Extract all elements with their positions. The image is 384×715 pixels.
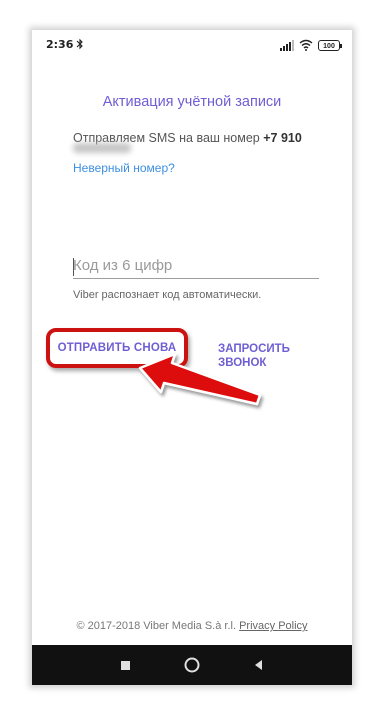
phone-screen: 2:36 100 Активация учётной записи Отправ… xyxy=(32,30,352,685)
page-title: Активация учётной записи xyxy=(102,94,282,110)
navigation-bar xyxy=(32,645,352,685)
bluetooth-icon xyxy=(76,38,83,50)
recent-apps-icon[interactable] xyxy=(113,653,137,677)
status-bar: 2:36 100 xyxy=(32,30,352,58)
auto-detect-hint: Viber распознает код автоматически. xyxy=(73,289,262,301)
home-icon[interactable] xyxy=(180,653,204,677)
text-cursor xyxy=(73,258,74,276)
status-icons: 100 xyxy=(280,38,342,52)
battery-icon: 100 xyxy=(318,39,342,51)
phone-number-blurred xyxy=(73,143,131,153)
footer: © 2017-2018 Viber Media S.à r.l. Privacy… xyxy=(32,620,352,632)
back-icon[interactable] xyxy=(246,653,270,677)
wifi-icon xyxy=(299,39,313,51)
footer-copyright: © 2017-2018 Viber Media S.à r.l. xyxy=(76,620,237,632)
privacy-policy-link[interactable]: Privacy Policy xyxy=(239,620,307,632)
resend-highlight-frame xyxy=(46,328,188,368)
signal-icon xyxy=(280,40,294,51)
request-call-button[interactable]: ЗАПРОСИТЬ ЗВОНОК xyxy=(218,342,308,370)
verification-code-input[interactable] xyxy=(73,255,319,279)
wrong-number-link[interactable]: Неверный номер? xyxy=(73,161,175,175)
status-time: 2:36 xyxy=(46,38,74,51)
phone-number-prefix: +7 910 xyxy=(263,131,302,145)
